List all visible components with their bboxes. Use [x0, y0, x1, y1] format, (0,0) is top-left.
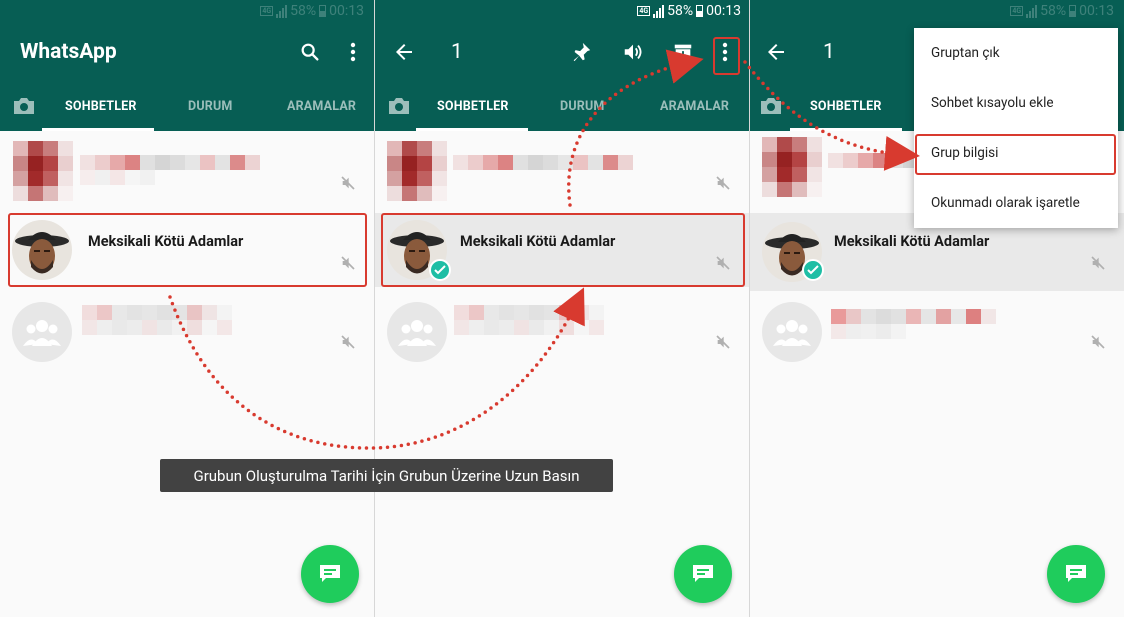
mute-icon	[1091, 256, 1105, 270]
mute-icon	[716, 176, 730, 190]
mute-icon	[341, 176, 355, 190]
highlight-more-button	[713, 37, 740, 75]
mute-icon	[1091, 335, 1105, 349]
tab-status[interactable]: DURUM	[560, 99, 605, 114]
volume-icon[interactable]	[621, 40, 645, 64]
blurred-title	[453, 155, 633, 170]
tab-bar: SOHBETLER DURUM ARAMALAR	[0, 84, 374, 131]
blurred-avatar	[762, 137, 822, 197]
chat-row-blurred[interactable]	[0, 131, 374, 211]
battery-percent: 58%	[290, 3, 317, 19]
blurred-title	[80, 155, 260, 170]
group-avatar-icon	[12, 302, 72, 362]
battery-icon	[319, 5, 327, 17]
status-bar: 4G 58% 00:13	[375, 0, 749, 24]
blurred-avatar	[13, 141, 73, 201]
camera-icon[interactable]	[12, 96, 36, 116]
selected-count: 1	[823, 40, 835, 64]
tab-chats[interactable]: SOHBETLER	[437, 99, 509, 114]
network-type: 4G	[1010, 6, 1024, 16]
blurred-title	[454, 305, 604, 320]
highlight-group-info	[915, 134, 1116, 175]
back-arrow-icon[interactable]	[764, 38, 788, 66]
status-bar: 4G 58% 00:13	[0, 0, 374, 24]
network-type: 4G	[637, 6, 651, 16]
chat-name: Meksikali Kötü Adamlar	[834, 233, 990, 250]
blurred-preview	[831, 324, 906, 339]
battery-percent: 58%	[1040, 3, 1067, 19]
clock: 00:13	[706, 3, 741, 19]
blurred-preview	[454, 320, 604, 335]
network-type: 4G	[260, 6, 274, 16]
menu-item-mark-unread[interactable]: Okunmadı olarak işaretle	[914, 178, 1118, 228]
new-chat-icon	[1066, 565, 1086, 582]
tab-calls[interactable]: ARAMALAR	[287, 99, 356, 114]
tab-chats[interactable]: SOHBETLER	[810, 99, 882, 114]
battery-percent: 58%	[667, 3, 694, 19]
new-chat-icon	[693, 565, 713, 582]
selected-check-icon	[802, 259, 824, 281]
new-chat-button[interactable]	[301, 545, 359, 603]
more-vert-icon[interactable]	[341, 40, 365, 64]
new-chat-button[interactable]	[674, 545, 732, 603]
signal-icon	[653, 4, 665, 18]
clock: 00:13	[1079, 3, 1114, 19]
group-avatar-icon	[387, 302, 447, 362]
battery-icon	[696, 5, 704, 17]
selection-app-bar: 1	[375, 24, 749, 84]
instruction-caption: Grubun Oluşturulma Tarihi İçin Grubun Üz…	[160, 459, 613, 492]
signal-icon	[1026, 4, 1038, 18]
tab-status[interactable]: DURUM	[188, 99, 233, 114]
blurred-title	[82, 305, 232, 320]
search-icon[interactable]	[298, 40, 322, 64]
signal-icon	[276, 4, 288, 18]
chat-row-group[interactable]	[0, 292, 374, 372]
blurred-preview	[82, 320, 232, 335]
selected-count: 1	[451, 40, 463, 64]
menu-item-leave-group[interactable]: Gruptan çık	[914, 28, 1118, 78]
tab-calls[interactable]: ARAMALAR	[660, 99, 729, 114]
pin-icon[interactable]	[569, 40, 593, 64]
app-title: WhatsApp	[20, 40, 117, 64]
mute-icon	[716, 335, 730, 349]
camera-icon[interactable]	[759, 96, 783, 116]
blurred-title	[831, 309, 996, 324]
screen-selection-mode: 4G 58% 00:13 1 SOHBETLER DURUM ARAMALAR	[375, 0, 749, 617]
highlight-target-chat-p2	[381, 213, 745, 287]
battery-icon	[1069, 5, 1077, 17]
archive-icon[interactable]	[671, 40, 695, 64]
overflow-menu: Gruptan çık Sohbet kısayolu ekle Grup bi…	[914, 28, 1118, 228]
group-avatar-icon	[762, 302, 822, 362]
chat-row-group[interactable]	[750, 292, 1124, 372]
screen-chat-list: 4G 58% 00:13 WhatsApp SOHBETLER DURUM AR…	[0, 0, 374, 617]
app-bar: WhatsApp	[0, 24, 374, 84]
blurred-preview	[80, 170, 155, 185]
tab-chats[interactable]: SOHBETLER	[65, 99, 137, 114]
mute-icon	[341, 335, 355, 349]
chat-row-group[interactable]	[375, 292, 749, 372]
new-chat-button[interactable]	[1047, 545, 1105, 603]
status-bar: 4G 58% 00:13	[750, 0, 1124, 24]
back-arrow-icon[interactable]	[392, 38, 416, 66]
chat-row-blurred[interactable]	[375, 131, 749, 211]
menu-item-add-shortcut[interactable]: Sohbet kısayolu ekle	[914, 78, 1118, 128]
highlight-target-chat-p1	[8, 213, 367, 287]
camera-icon[interactable]	[387, 96, 411, 116]
tab-bar: SOHBETLER DURUM ARAMALAR	[375, 84, 749, 131]
new-chat-icon	[320, 565, 340, 582]
clock: 00:13	[329, 3, 364, 19]
blurred-avatar	[387, 141, 447, 201]
